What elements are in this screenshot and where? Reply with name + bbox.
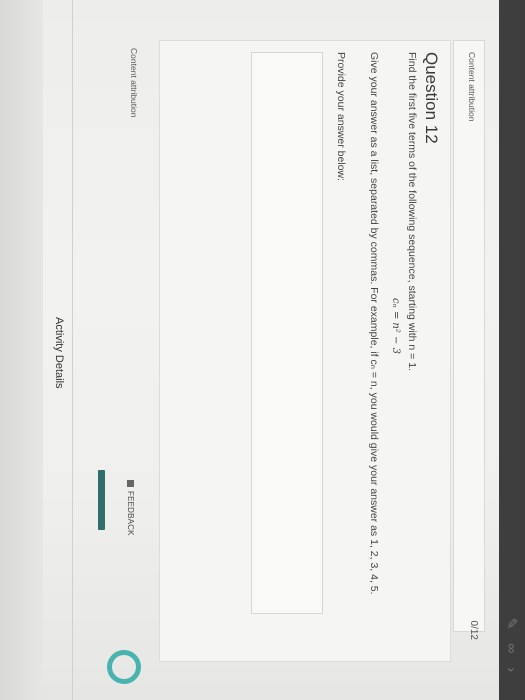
toolbar-icons: ✎ ∞ ›	[499, 482, 525, 672]
sequence-formula: cₙ = n² − 3	[390, 298, 401, 354]
divider	[72, 0, 73, 700]
question-prompt: Find the first five terms of the followi…	[406, 52, 418, 371]
provide-answer-label: Provide your answer below:	[335, 52, 347, 181]
help-ring-icon[interactable]	[107, 650, 141, 684]
content-attribution-lower[interactable]: Content attribution	[129, 48, 139, 117]
previous-question-card	[453, 40, 485, 632]
top-strip: ✎ ∞ ›	[499, 0, 525, 700]
screen: ✎ ∞ › Content attribution 0/12 Question …	[0, 0, 525, 700]
activity-details-link[interactable]: Activity Details	[53, 317, 65, 389]
question-title: Question 12	[422, 52, 441, 144]
glasses-icon[interactable]: ∞	[504, 643, 520, 653]
pencil-icon[interactable]: ✎	[504, 618, 521, 630]
feedback-link[interactable]: FEEDBACK	[126, 480, 135, 536]
feedback-label: FEEDBACK	[126, 491, 135, 536]
chevron-icon[interactable]: ›	[504, 667, 520, 672]
bottom-area	[0, 0, 43, 700]
question-score: 0/12	[468, 620, 479, 640]
feedback-icon	[127, 480, 134, 487]
answer-input[interactable]	[251, 52, 323, 614]
content-attribution-upper[interactable]: Content attribution	[467, 52, 477, 121]
answer-instruction: Give your answer as a list, separated by…	[368, 52, 380, 595]
submit-button[interactable]	[98, 470, 105, 530]
